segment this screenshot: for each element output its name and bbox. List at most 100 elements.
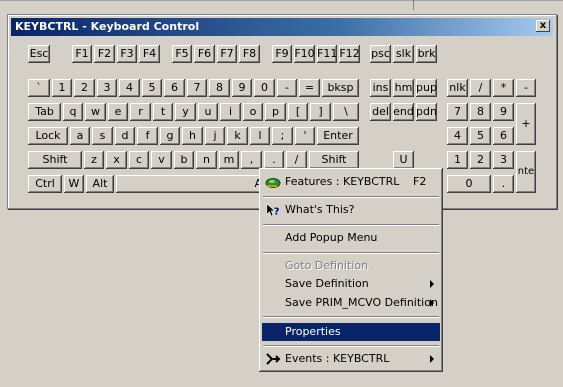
key-f5[interactable]: F5 — [172, 45, 192, 63]
key-f10[interactable]: F10 — [294, 45, 315, 63]
key-np-divide[interactable]: / — [470, 79, 491, 97]
key-np-4[interactable]: 4 — [447, 127, 468, 145]
key-brk[interactable]: brk — [416, 45, 437, 63]
key-pgup[interactable]: pup — [416, 79, 437, 97]
key-2[interactable]: 2 — [74, 79, 95, 97]
key-f8[interactable]: F8 — [239, 45, 260, 63]
key-f3[interactable]: F3 — [117, 45, 137, 63]
key-z[interactable]: z — [84, 151, 104, 169]
key-f2[interactable]: F2 — [94, 45, 115, 63]
key-tab[interactable]: Tab — [28, 103, 61, 121]
key-o[interactable]: o — [243, 103, 263, 121]
key-home[interactable]: hm — [393, 79, 414, 97]
key-np-subtract[interactable]: - — [516, 79, 536, 97]
key-np-multiply[interactable]: * — [493, 79, 514, 97]
menu-item-add-popup-menu[interactable]: Add Popup Menu — [262, 229, 440, 247]
key-shift-right[interactable]: Shift — [309, 151, 359, 169]
key-l[interactable]: l — [250, 127, 270, 145]
key-j[interactable]: j — [205, 127, 225, 145]
key-0[interactable]: 0 — [254, 79, 275, 97]
key-caps-lock[interactable]: Lock — [28, 127, 68, 145]
key-x[interactable]: x — [106, 151, 127, 169]
key-quote[interactable]: ' — [295, 127, 315, 145]
key-shift-left[interactable]: Shift — [28, 151, 82, 169]
key-del[interactable]: del — [370, 103, 391, 121]
key-r[interactable]: r — [130, 103, 151, 121]
key-numlock[interactable]: nlk — [447, 79, 468, 97]
key-np-enter[interactable]: nte — [516, 151, 536, 193]
key-t[interactable]: t — [153, 103, 173, 121]
key-k[interactable]: k — [227, 127, 248, 145]
menu-item-properties[interactable]: Properties — [262, 323, 440, 341]
key-p[interactable]: p — [265, 103, 286, 121]
key-9[interactable]: 9 — [232, 79, 252, 97]
key-e[interactable]: e — [108, 103, 128, 121]
menu-item-events[interactable]: Events : KEYBCTRL — [262, 350, 440, 368]
key-i[interactable]: i — [220, 103, 241, 121]
close-button[interactable]: x — [536, 20, 550, 32]
key-np-6[interactable]: 6 — [493, 127, 514, 145]
key-3[interactable]: 3 — [97, 79, 117, 97]
key-w[interactable]: w — [85, 103, 106, 121]
key-c[interactable]: c — [129, 151, 149, 169]
key-np-2[interactable]: 2 — [470, 151, 491, 169]
key-np-1[interactable]: 1 — [447, 151, 468, 169]
key-equals[interactable]: = — [299, 79, 320, 97]
key-end[interactable]: end — [393, 103, 414, 121]
key-slash[interactable]: / — [286, 151, 307, 169]
key-f12[interactable]: F12 — [339, 45, 360, 63]
key-pgdn[interactable]: pdn — [416, 103, 437, 121]
key-d[interactable]: d — [115, 127, 135, 145]
key-q[interactable]: q — [63, 103, 83, 121]
key-v[interactable]: v — [151, 151, 172, 169]
key-arrow-up[interactable]: U — [393, 151, 414, 169]
key-7[interactable]: 7 — [187, 79, 207, 97]
key-backspace[interactable]: bksp — [322, 79, 359, 97]
key-left-bracket[interactable]: [ — [288, 103, 308, 121]
key-psc[interactable]: psc — [370, 45, 391, 63]
key-ctrl[interactable]: Ctrl — [28, 175, 62, 193]
key-np-add[interactable]: + — [516, 103, 536, 145]
key-g[interactable]: g — [160, 127, 180, 145]
key-np-8[interactable]: 8 — [470, 103, 491, 121]
key-a[interactable]: a — [70, 127, 90, 145]
key-enter[interactable]: Enter — [317, 127, 359, 145]
key-np-decimal[interactable]: . — [493, 175, 514, 193]
key-f[interactable]: f — [137, 127, 158, 145]
key-y[interactable]: y — [175, 103, 196, 121]
key-h[interactable]: h — [182, 127, 203, 145]
key-f6[interactable]: F6 — [194, 45, 215, 63]
key-alt[interactable]: Alt — [86, 175, 114, 193]
key-4[interactable]: 4 — [119, 79, 140, 97]
key-np-7[interactable]: 7 — [447, 103, 468, 121]
key-backslash[interactable]: \ — [333, 103, 359, 121]
menu-item-save-definition[interactable]: Save Definition — [262, 275, 440, 293]
key-f7[interactable]: F7 — [217, 45, 237, 63]
key-f4[interactable]: F4 — [139, 45, 160, 63]
key-space[interactable]: A — [116, 175, 266, 193]
key-s[interactable]: s — [92, 127, 113, 145]
key-esc[interactable]: Esc — [28, 45, 50, 63]
key-minus[interactable]: - — [277, 79, 297, 97]
key-np-3[interactable]: 3 — [493, 151, 514, 169]
key-comma[interactable]: , — [241, 151, 262, 169]
key-m[interactable]: m — [219, 151, 239, 169]
menu-item-features[interactable]: Features : KEYBCTRL F2 — [262, 173, 440, 191]
key-windows[interactable]: W — [64, 175, 84, 193]
key-np-9[interactable]: 9 — [493, 103, 514, 121]
key-6[interactable]: 6 — [164, 79, 185, 97]
key-np-0[interactable]: 0 — [447, 175, 491, 193]
key-semicolon[interactable]: ; — [272, 127, 293, 145]
key-u[interactable]: u — [198, 103, 218, 121]
key-backtick[interactable]: ` — [28, 79, 50, 97]
key-n[interactable]: n — [196, 151, 217, 169]
key-f9[interactable]: F9 — [272, 45, 292, 63]
key-b[interactable]: b — [174, 151, 194, 169]
key-right-bracket[interactable]: ] — [310, 103, 331, 121]
menu-item-whats-this[interactable]: ? What's This? — [262, 201, 440, 219]
menu-item-save-prim-definition[interactable]: Save PRIM_MCVO Definition — [262, 294, 440, 312]
key-8[interactable]: 8 — [209, 79, 230, 97]
key-5[interactable]: 5 — [142, 79, 162, 97]
key-np-5[interactable]: 5 — [470, 127, 491, 145]
key-ins[interactable]: ins — [370, 79, 391, 97]
